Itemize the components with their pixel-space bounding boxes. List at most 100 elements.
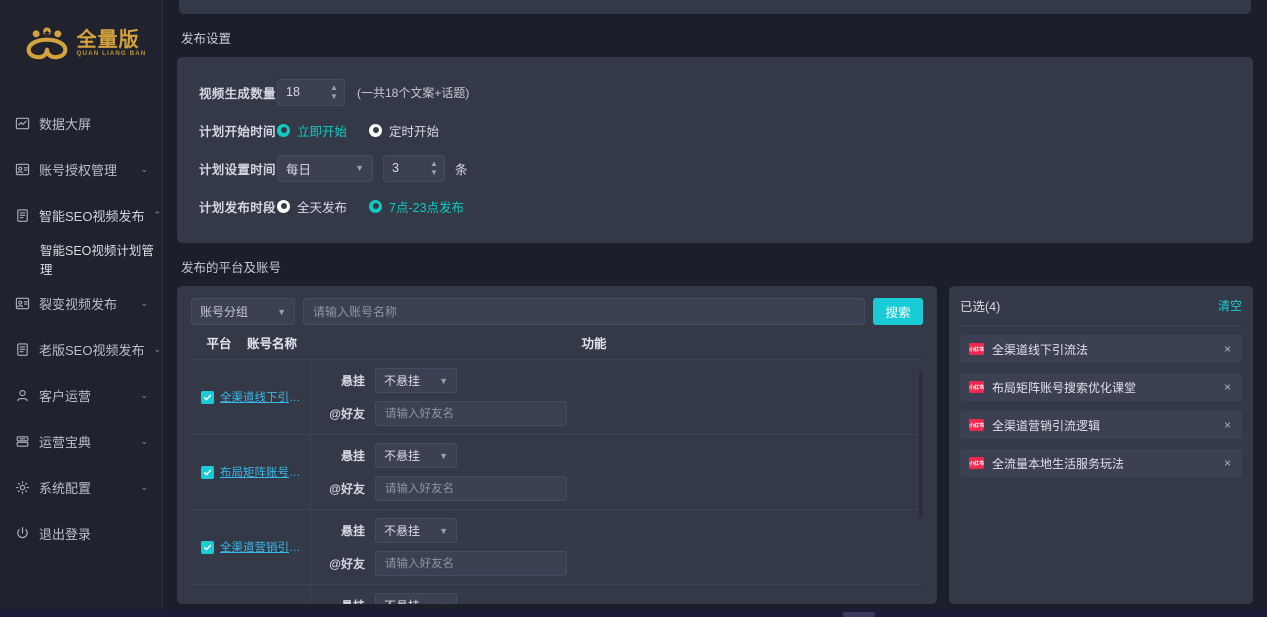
app-root: 全量版 QUAN LIANG BAN 数据大屏 账号授权管理 ⌄ 智能SEO视频… bbox=[0, 0, 1267, 617]
radio-all-day[interactable]: 全天发布 bbox=[277, 197, 347, 216]
clipboard-icon bbox=[14, 207, 30, 223]
sidebar-item-customer-ops[interactable]: 客户运营 ⌄ bbox=[0, 372, 162, 418]
account-name-link[interactable]: 全渠道营销引流... bbox=[220, 539, 310, 555]
account-identity-cell: 全流量本地生活... bbox=[191, 585, 311, 604]
account-functions-cell: 悬挂 不悬挂 ▼ @好友 bbox=[311, 435, 923, 509]
hang-value: 不悬挂 bbox=[384, 449, 421, 463]
list-item: 小红书 全渠道营销引流逻辑 × bbox=[960, 411, 1242, 439]
hang-label: 悬挂 bbox=[340, 374, 365, 388]
chevron-down-icon[interactable]: ⌄ bbox=[140, 298, 148, 308]
hang-label: 悬挂 bbox=[311, 597, 375, 604]
radio-7-to-23[interactable]: 7点-23点发布 bbox=[369, 197, 464, 216]
hang-select[interactable]: 不悬挂 ▼ bbox=[375, 593, 457, 604]
account-checkbox[interactable] bbox=[201, 390, 214, 404]
selected-accounts-panel: 已选(4) 清空 小红书 全渠道线下引流法 × 小红书 布局矩阵账号搜索优化课堂… bbox=[949, 286, 1253, 604]
stepper-up-icon[interactable]: ▲ bbox=[430, 159, 438, 167]
account-functions-cell: 悬挂 不悬挂 ▼ @好友 bbox=[311, 360, 923, 434]
sidebar-item-account-auth[interactable]: 账号授权管理 ⌄ bbox=[0, 146, 162, 192]
account-search-input[interactable] bbox=[303, 298, 865, 325]
radio-dot-icon bbox=[277, 123, 290, 137]
account-checkbox[interactable] bbox=[201, 465, 214, 479]
hang-select[interactable]: 不悬挂 ▼ bbox=[375, 368, 457, 393]
accounts-panel: 账号分组 ▼ 搜索 平台 账号名称 功能 bbox=[177, 286, 937, 604]
sidebar-item-ops-handbook[interactable]: 运营宝典 ⌄ bbox=[0, 418, 162, 464]
radio-dot-icon bbox=[369, 123, 383, 137]
sidebar-item-logout[interactable]: 退出登录 bbox=[0, 510, 162, 556]
hang-select[interactable]: 不悬挂 ▼ bbox=[375, 443, 457, 468]
xiaohongshu-icon: 小红书 bbox=[969, 457, 984, 469]
accounts-list-scrollbar[interactable] bbox=[919, 372, 923, 604]
sidebar-item-fission-video-publish[interactable]: 裂变视频发布 ⌄ bbox=[0, 280, 162, 326]
submenu-item-label: 智能SEO视频计划管理 bbox=[40, 244, 154, 277]
mention-friend-input[interactable] bbox=[375, 401, 567, 426]
remove-icon[interactable]: × bbox=[1222, 455, 1233, 471]
chevron-down-icon[interactable]: ⌄ bbox=[140, 482, 148, 492]
clear-selection-button[interactable]: 清空 bbox=[1218, 297, 1242, 314]
search-button[interactable]: 搜索 bbox=[873, 298, 923, 325]
book-icon bbox=[14, 433, 30, 449]
accounts-table-body[interactable]: 全渠道线下引流法 悬挂 不悬挂 ▼ @好友 请输入好友名 布局矩阵账号搜... … bbox=[191, 359, 923, 604]
account-functions-cell: 悬挂 不悬挂 ▼ @好友 bbox=[311, 510, 923, 584]
hang-setting-line: 悬挂 不悬挂 ▼ bbox=[311, 443, 923, 468]
chevron-down-icon: ▼ bbox=[439, 525, 448, 536]
chevron-up-icon[interactable]: ⌃ bbox=[153, 210, 161, 220]
schedule-count-stepper[interactable]: 3 ▲ ▼ bbox=[383, 154, 445, 182]
sidebar-item-smart-seo-plan-mgmt[interactable]: 智能SEO视频计划管理 bbox=[0, 238, 162, 280]
hang-value: 不悬挂 bbox=[384, 374, 421, 388]
mention-friend-input[interactable] bbox=[375, 476, 567, 501]
account-name-link[interactable]: 布局矩阵账号搜... bbox=[220, 464, 310, 480]
quanliangban-logo-icon bbox=[26, 27, 68, 60]
power-icon bbox=[14, 525, 30, 541]
chevron-down-icon[interactable]: ⌄ bbox=[140, 390, 148, 400]
column-header-name: 账号名称 bbox=[247, 336, 298, 351]
schedule-frequency-select[interactable]: 每日 ▼ bbox=[277, 154, 373, 182]
brand-logo[interactable]: 全量版 QUAN LIANG BAN bbox=[0, 0, 162, 86]
selected-count-title: 已选(4) bbox=[960, 300, 1001, 314]
stepper-up-icon[interactable]: ▲ bbox=[330, 83, 338, 91]
list-item: 小红书 全流量本地生活服务玩法 × bbox=[960, 449, 1242, 477]
window-bottom-bar bbox=[0, 609, 1267, 617]
hang-select[interactable]: 不悬挂 ▼ bbox=[375, 518, 457, 543]
mention-friend-input[interactable] bbox=[375, 551, 567, 576]
sidebar-item-label: 智能SEO视频发布 bbox=[39, 208, 145, 224]
scrollbar-thumb[interactable] bbox=[919, 372, 923, 517]
remove-icon[interactable]: × bbox=[1222, 379, 1233, 395]
account-checkbox[interactable] bbox=[201, 540, 214, 554]
video-count-stepper[interactable]: 18 ▲ ▼ bbox=[277, 78, 345, 106]
stepper-down-icon[interactable]: ▼ bbox=[330, 92, 338, 100]
sidebar-item-smart-seo-publish[interactable]: 智能SEO视频发布 ⌃ bbox=[0, 192, 162, 238]
account-group-select[interactable]: 账号分组 ▼ bbox=[191, 298, 295, 325]
chevron-down-icon[interactable]: ⌄ bbox=[153, 344, 161, 354]
sidebar-item-label: 客户运营 bbox=[39, 388, 92, 404]
radio-label: 全天发布 bbox=[297, 200, 348, 215]
chevron-down-icon[interactable]: ⌄ bbox=[140, 436, 148, 446]
account-identity-cell: 全渠道营销引流... bbox=[191, 510, 311, 584]
hang-label: 悬挂 bbox=[340, 449, 365, 463]
start-time-label: 计划开始时间 bbox=[199, 124, 276, 139]
radio-label: 7点-23点发布 bbox=[389, 200, 465, 215]
publish-settings-title: 发布设置 bbox=[181, 32, 232, 46]
video-count-stepper-arrows[interactable]: ▲ ▼ bbox=[328, 83, 340, 100]
remove-icon[interactable]: × bbox=[1222, 417, 1233, 433]
radio-start-scheduled[interactable]: 定时开始 bbox=[369, 121, 439, 140]
sidebar-item-system-config[interactable]: 系统配置 ⌄ bbox=[0, 464, 162, 510]
sidebar-item-label: 数据大屏 bbox=[39, 116, 92, 132]
stepper-down-icon[interactable]: ▼ bbox=[430, 168, 438, 176]
radio-start-immediately[interactable]: 立即开始 bbox=[277, 121, 347, 140]
remove-icon[interactable]: × bbox=[1222, 341, 1233, 357]
account-identity-cell: 布局矩阵账号搜... bbox=[191, 435, 311, 509]
xiaohongshu-icon: 小红书 bbox=[969, 419, 984, 431]
xiaohongshu-icon: 小红书 bbox=[969, 381, 984, 393]
selected-item-name: 布局矩阵账号搜索优化课堂 bbox=[992, 380, 1137, 395]
publish-window-row: 计划发布时段 全天发布 7点-23点发布 bbox=[177, 187, 1253, 225]
chevron-down-icon[interactable]: ⌄ bbox=[140, 164, 148, 174]
radio-dot-icon bbox=[277, 199, 290, 213]
mention-friend-line: @好友 bbox=[311, 476, 923, 501]
main-content: 发布设置 视频生成数量 18 ▲ ▼ (一共18个文案+话题) 计划开始时间 立… bbox=[163, 0, 1267, 617]
sidebar-item-dashboard[interactable]: 数据大屏 bbox=[0, 100, 162, 146]
schedule-count-stepper-arrows[interactable]: ▲ ▼ bbox=[428, 159, 440, 176]
table-row: 全渠道线下引流法 悬挂 不悬挂 ▼ @好友 bbox=[191, 360, 923, 435]
brand-name-en: QUAN LIANG BAN bbox=[76, 49, 147, 57]
sidebar-item-legacy-seo-publish[interactable]: 老版SEO视频发布 ⌄ bbox=[0, 326, 162, 372]
account-name-link[interactable]: 全渠道线下引流法 bbox=[220, 389, 310, 405]
